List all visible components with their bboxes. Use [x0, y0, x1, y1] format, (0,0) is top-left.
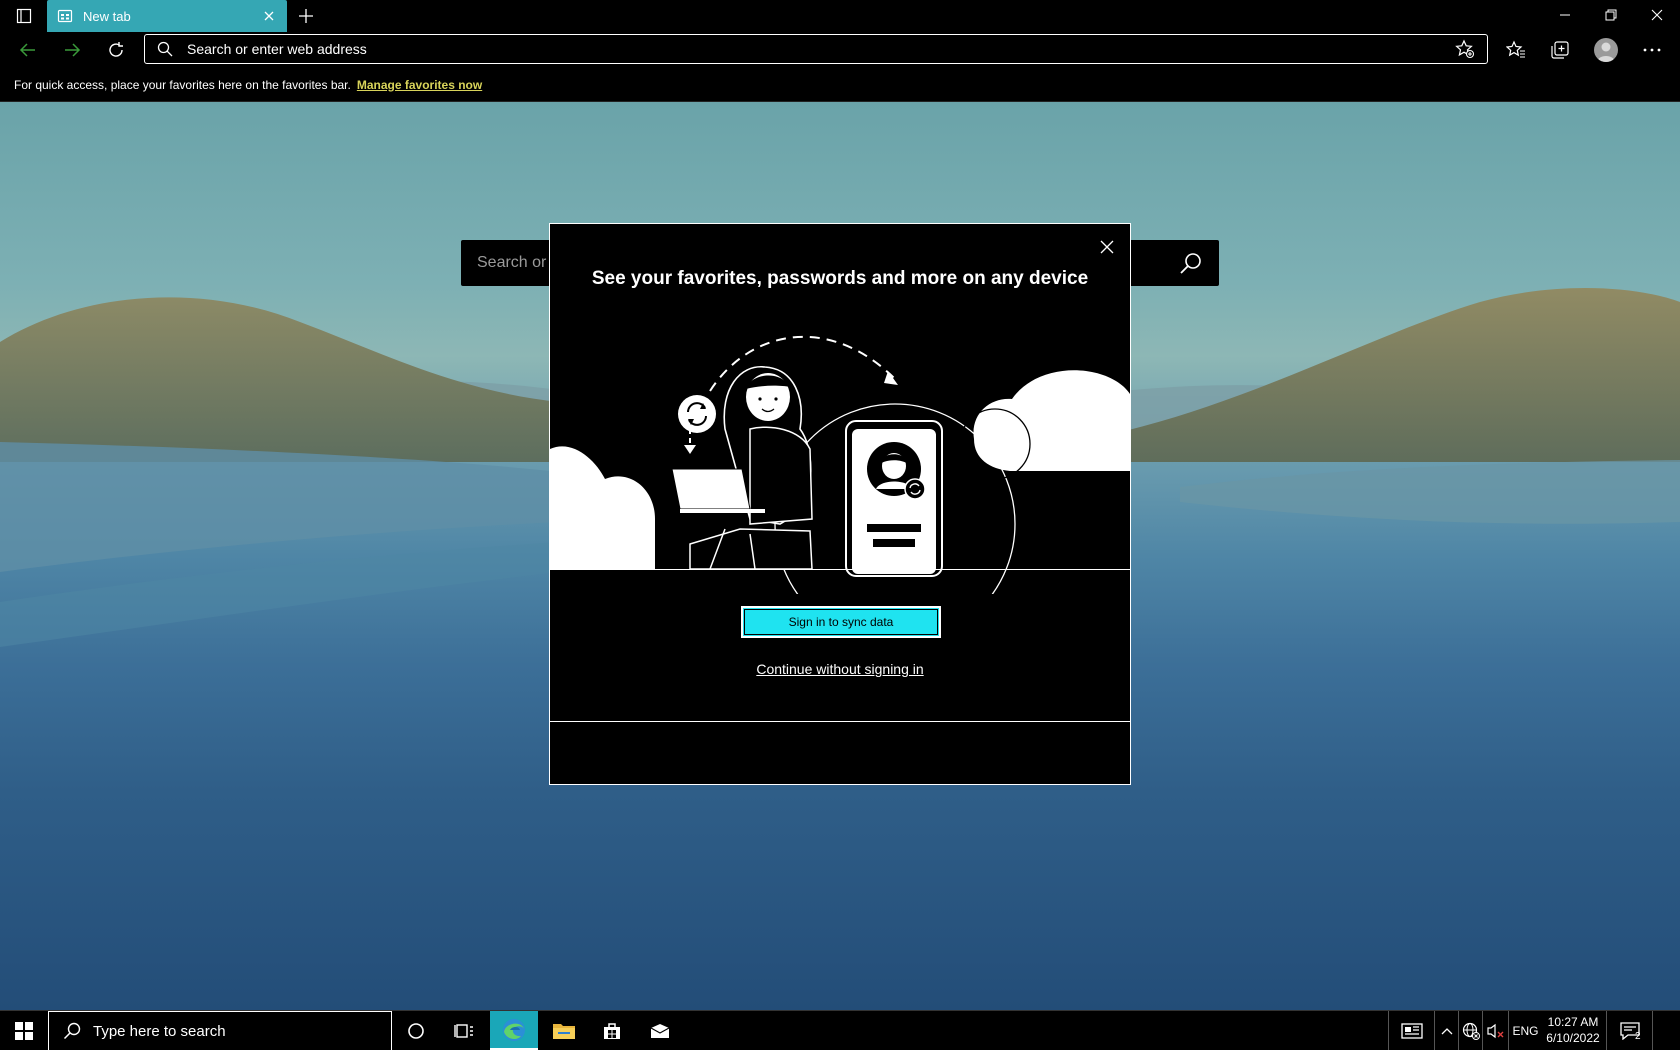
taskbar-edge-app[interactable] — [490, 1011, 538, 1050]
plus-icon — [299, 9, 313, 23]
mail-icon — [650, 1024, 670, 1038]
notification-count-badge: 2 — [1635, 1031, 1641, 1042]
action-center-button[interactable]: 2 — [1606, 1011, 1652, 1050]
chevron-up-icon — [1441, 1028, 1452, 1035]
windows-taskbar: Type here to search ENG 10:27 AM 6/10/20… — [0, 1010, 1680, 1050]
title-bar: New tab — [0, 0, 1680, 32]
show-hidden-icons-button[interactable] — [1434, 1011, 1458, 1050]
collections-button[interactable] — [1543, 34, 1577, 66]
taskbar-clock[interactable]: 10:27 AM 6/10/2022 — [1542, 1014, 1604, 1046]
cortana-button[interactable] — [392, 1011, 440, 1050]
close-icon — [1651, 9, 1663, 21]
favorites-button[interactable] — [1499, 34, 1533, 66]
address-bar-placeholder: Search or enter web address — [187, 41, 367, 57]
news-and-interests-button[interactable] — [1388, 1011, 1434, 1050]
task-view-icon — [454, 1024, 473, 1038]
favorites-bar-message: For quick access, place your favorites h… — [14, 77, 351, 92]
search-icon — [63, 1022, 81, 1040]
taskbar-mail[interactable] — [636, 1011, 684, 1050]
dialog-close-button[interactable] — [1096, 236, 1118, 258]
clock-date: 6/10/2022 — [1546, 1031, 1600, 1045]
tab-new-tab[interactable]: New tab — [47, 0, 287, 32]
taskbar-microsoft-store[interactable] — [588, 1011, 636, 1050]
taskbar-search-box[interactable]: Type here to search — [48, 1011, 392, 1050]
restore-icon — [1605, 9, 1617, 21]
favorites-bar: For quick access, place your favorites h… — [0, 68, 1680, 102]
search-icon — [157, 41, 173, 57]
favorites-star-icon — [1506, 40, 1525, 58]
tab-close-button[interactable] — [261, 8, 277, 24]
sign-in-to-sync-button[interactable]: Sign in to sync data — [741, 606, 941, 638]
new-tab-page-icon — [57, 9, 73, 23]
back-button[interactable] — [12, 34, 44, 66]
more-horizontal-icon — [1643, 48, 1661, 52]
minimize-button[interactable] — [1542, 0, 1588, 30]
minimize-icon — [1560, 14, 1570, 16]
continue-without-signing-in-link[interactable]: Continue without signing in — [550, 661, 1130, 677]
close-window-button[interactable] — [1634, 0, 1680, 30]
store-bag-icon — [604, 1023, 620, 1039]
close-icon — [1100, 240, 1114, 254]
add-favorite-icon[interactable] — [1455, 39, 1475, 59]
sync-sign-in-dialog: See your favorites, passwords and more o… — [549, 223, 1131, 785]
globe-network-icon — [1462, 1022, 1480, 1040]
news-icon — [1400, 1023, 1423, 1039]
dialog-title: See your favorites, passwords and more o… — [591, 268, 1089, 289]
start-button[interactable] — [0, 1011, 48, 1050]
volume-button[interactable] — [1482, 1011, 1508, 1050]
refresh-icon — [109, 42, 123, 57]
edge-browser-icon — [503, 1018, 525, 1041]
browser-toolbar: Search or enter web address — [0, 32, 1680, 68]
refresh-button[interactable] — [100, 34, 132, 66]
sync-devices-illustration — [550, 335, 1130, 594]
arrow-left-icon — [19, 43, 35, 57]
forward-button[interactable] — [56, 34, 88, 66]
address-bar[interactable]: Search or enter web address — [144, 34, 1488, 64]
tab-title: New tab — [83, 8, 131, 24]
close-icon — [264, 11, 274, 21]
windows-logo-icon — [15, 1022, 33, 1040]
settings-more-button[interactable] — [1635, 34, 1669, 66]
folder-icon — [553, 1024, 575, 1039]
dialog-divider — [550, 569, 1130, 570]
restore-button[interactable] — [1588, 0, 1634, 30]
person-icon — [1597, 42, 1615, 62]
avatar — [1594, 38, 1618, 62]
cortana-circle-icon — [408, 1023, 424, 1039]
collections-icon — [1551, 41, 1569, 59]
arrow-right-icon — [65, 43, 81, 57]
dialog-footer-divider — [550, 721, 1130, 722]
manage-favorites-link[interactable]: Manage favorites now — [357, 78, 482, 92]
input-language-label: ENG — [1512, 1024, 1539, 1038]
tab-actions-icon — [16, 8, 32, 24]
profile-button[interactable] — [1589, 34, 1623, 66]
clock-time: 10:27 AM — [1547, 1015, 1599, 1029]
new-tab-button[interactable] — [294, 4, 318, 28]
taskbar-search-placeholder: Type here to search — [93, 1022, 226, 1040]
input-language-button[interactable]: ENG — [1508, 1011, 1542, 1050]
show-desktop-button[interactable] — [1652, 1011, 1680, 1050]
taskbar-file-explorer[interactable] — [540, 1011, 588, 1050]
volume-muted-icon — [1486, 1023, 1503, 1039]
tab-actions-button[interactable] — [8, 4, 40, 28]
search-icon[interactable] — [1179, 251, 1203, 275]
task-view-button[interactable] — [440, 1011, 488, 1050]
network-status-button[interactable] — [1458, 1011, 1482, 1050]
